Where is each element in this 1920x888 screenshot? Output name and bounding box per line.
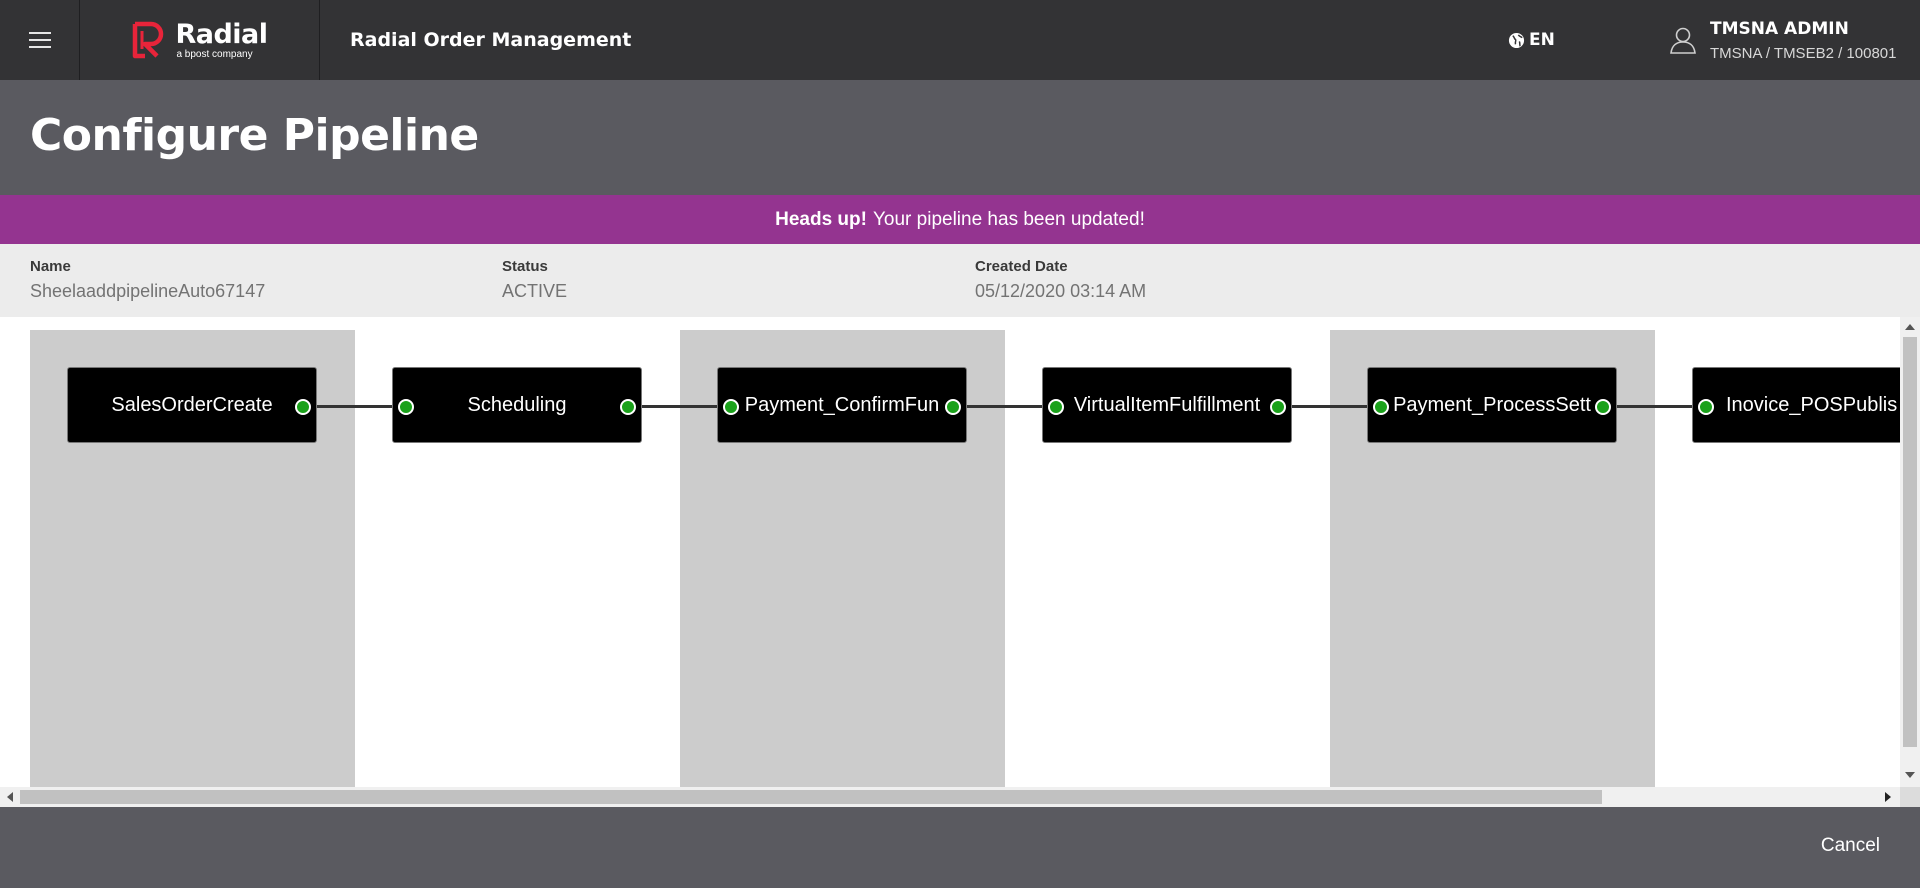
scroll-left-arrow-icon[interactable] xyxy=(7,792,13,802)
pipeline-info: Name SheelaaddpipelineAuto67147 Status A… xyxy=(0,244,1920,317)
scroll-right-arrow-icon[interactable] xyxy=(1885,792,1891,802)
vertical-scroll-thumb[interactable] xyxy=(1903,337,1917,747)
hamburger-icon xyxy=(28,32,51,48)
name-value: SheelaaddpipelineAuto67147 xyxy=(30,281,266,301)
pipeline-connector xyxy=(636,405,729,408)
node-label: Payment_ProcessSett xyxy=(1393,393,1591,416)
pipeline-connector xyxy=(1286,405,1379,408)
pipeline-connector xyxy=(1611,405,1704,408)
top-bar: Radial a bpost company Radial Order Mana… xyxy=(0,0,1920,80)
scrollbar-corner xyxy=(1900,787,1920,807)
hamburger-menu-button[interactable] xyxy=(0,0,80,80)
input-port[interactable] xyxy=(1373,399,1389,415)
alert-message: Your pipeline has been updated! xyxy=(872,208,1145,230)
user-name: TMSNA ADMIN xyxy=(1710,18,1849,39)
vertical-scrollbar[interactable] xyxy=(1900,317,1920,787)
created-date-label: Created Date xyxy=(975,258,1068,275)
info-status: Status ACTIVE xyxy=(502,258,567,302)
brand-logo[interactable]: Radial a bpost company xyxy=(80,0,320,80)
horizontal-scrollbar[interactable] xyxy=(0,787,1900,807)
user-menu[interactable]: TMSNA ADMIN TMSNA / TMSEB2 / 100801 xyxy=(1668,0,1896,80)
language-selector[interactable]: EN xyxy=(1508,0,1555,80)
pipeline-canvas[interactable]: SalesOrderCreate Scheduling Payment_Conf… xyxy=(0,317,1900,787)
node-label: Inovice_POSPublis xyxy=(1726,393,1898,416)
pipeline-node[interactable]: Inovice_POSPublis xyxy=(1692,367,1900,443)
output-port[interactable] xyxy=(620,399,636,415)
created-date-value: 05/12/2020 03:14 AM xyxy=(975,281,1147,301)
pipeline-canvas-container: SalesOrderCreate Scheduling Payment_Conf… xyxy=(0,317,1920,807)
output-port[interactable] xyxy=(295,399,311,415)
scroll-down-arrow-icon[interactable] xyxy=(1905,772,1915,778)
info-name: Name SheelaaddpipelineAuto67147 xyxy=(30,258,265,302)
input-port[interactable] xyxy=(1698,399,1714,415)
pipeline-node[interactable]: VirtualItemFulfillment xyxy=(1042,367,1292,443)
input-port[interactable] xyxy=(398,399,414,415)
user-org: TMSNA / TMSEB2 / 100801 xyxy=(1710,44,1897,62)
output-port[interactable] xyxy=(1595,399,1611,415)
language-label: EN xyxy=(1529,30,1555,50)
node-label: SalesOrderCreate xyxy=(111,393,273,416)
pipeline-node[interactable]: SalesOrderCreate xyxy=(67,367,317,443)
pipeline-connector xyxy=(961,405,1054,408)
globe-icon xyxy=(1508,32,1525,48)
node-label: Payment_ConfirmFun xyxy=(744,393,940,416)
radial-logo-icon xyxy=(133,21,164,59)
horizontal-scroll-thumb[interactable] xyxy=(20,790,1602,804)
node-label: Scheduling xyxy=(467,393,567,416)
input-port[interactable] xyxy=(723,399,739,415)
brand-name: Radial xyxy=(175,18,268,50)
info-created: Created Date 05/12/2020 03:14 AM xyxy=(975,258,1146,302)
pipeline-node[interactable]: Payment_ConfirmFun xyxy=(717,367,967,443)
input-port[interactable] xyxy=(1048,399,1064,415)
page-title: Configure Pipeline xyxy=(30,110,479,161)
page-header: Configure Pipeline xyxy=(0,80,1920,195)
output-port[interactable] xyxy=(1270,399,1286,415)
app-title: Radial Order Management xyxy=(350,29,632,51)
scroll-up-arrow-icon[interactable] xyxy=(1905,324,1915,330)
user-icon xyxy=(1670,27,1696,54)
name-label: Name xyxy=(30,258,71,275)
footer-bar: Cancel xyxy=(0,807,1920,888)
status-label: Status xyxy=(502,258,548,275)
cancel-button[interactable]: Cancel xyxy=(1821,835,1880,857)
brand-tagline: a bpost company xyxy=(176,48,253,60)
pipeline-node[interactable]: Scheduling xyxy=(392,367,642,443)
alert-strong: Heads up! xyxy=(775,208,867,230)
output-port[interactable] xyxy=(945,399,961,415)
pipeline-connector xyxy=(311,405,404,408)
alert-banner: Heads up! Your pipeline has been updated… xyxy=(0,195,1920,244)
status-value: ACTIVE xyxy=(502,281,568,301)
node-label: VirtualItemFulfillment xyxy=(1073,393,1261,416)
pipeline-node[interactable]: Payment_ProcessSett xyxy=(1367,367,1617,443)
